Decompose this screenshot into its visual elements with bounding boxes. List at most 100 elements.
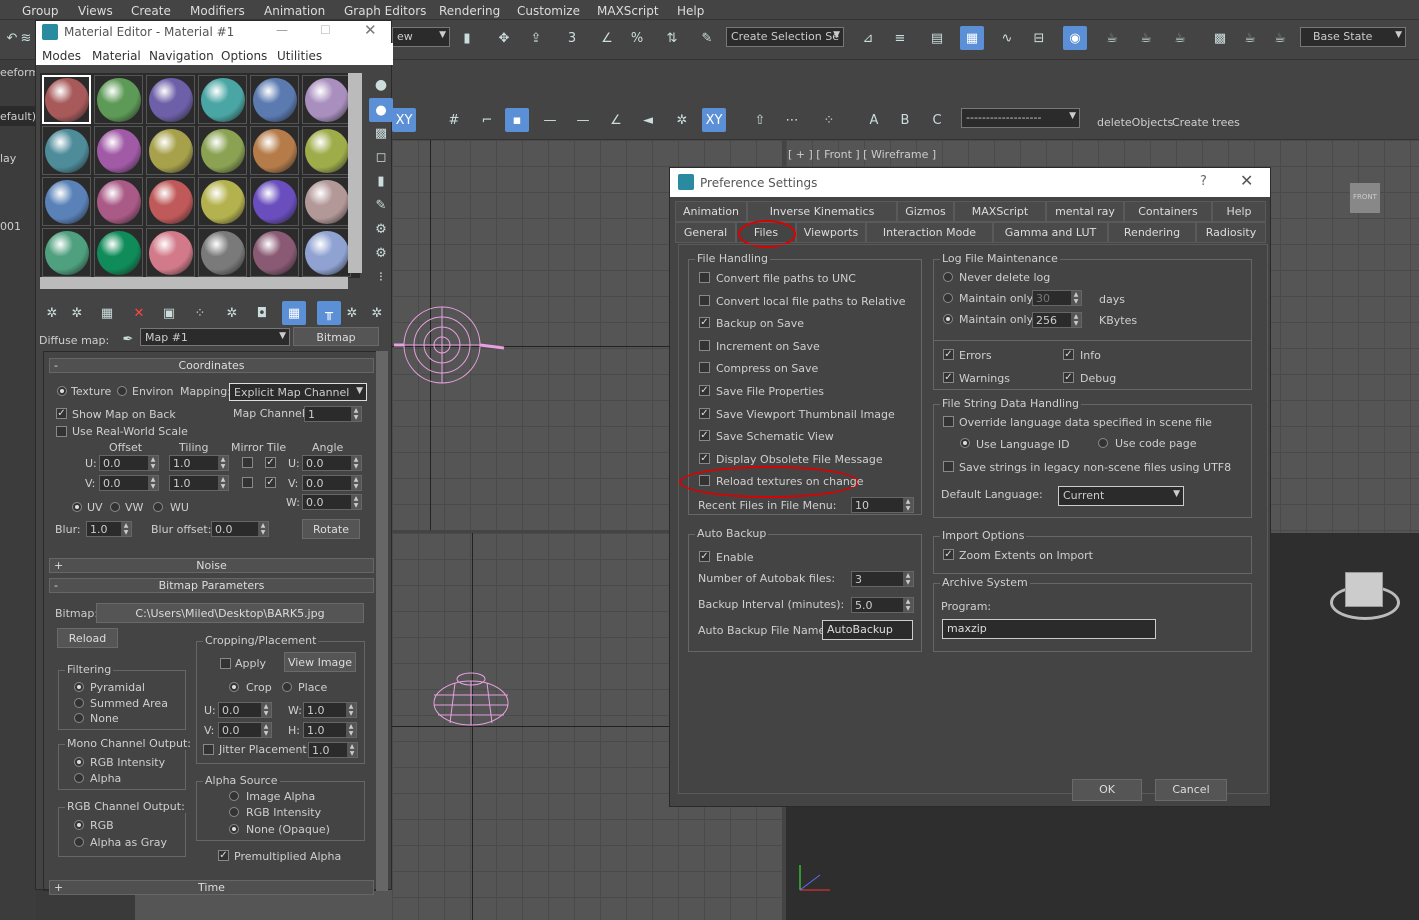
menu-animation[interactable]: Animation [264, 4, 325, 18]
show-end-icon[interactable]: ╥ [317, 301, 341, 325]
render-frame-icon[interactable]: ☕ [1134, 26, 1158, 50]
menu-create[interactable]: Create [131, 4, 171, 18]
pyramidal-radio[interactable] [74, 682, 84, 692]
get-material-icon[interactable]: ✲ [40, 301, 64, 325]
u-mirror-checkbox[interactable] [242, 457, 253, 468]
wu-radio[interactable] [153, 502, 163, 512]
copy-icon[interactable]: ▣ [157, 301, 181, 325]
render-b-icon[interactable]: B [893, 108, 917, 132]
maintain-kb-radio[interactable] [943, 314, 953, 324]
xy-constraint-icon[interactable]: XY [392, 108, 416, 132]
noise-rollout[interactable]: + Noise [49, 558, 374, 573]
material-slot[interactable] [302, 177, 351, 226]
material-slot[interactable] [42, 177, 91, 226]
menu-material[interactable]: Material [92, 49, 141, 63]
coordinates-rollout[interactable]: - Coordinates [49, 358, 374, 373]
rotate-button[interactable]: Rotate [302, 519, 360, 539]
errors-checkbox[interactable]: ✓ [943, 349, 954, 360]
bitmap-params-rollout[interactable]: - Bitmap Parameters [49, 578, 374, 593]
environ-radio[interactable] [117, 386, 127, 396]
use-code-radio[interactable] [1098, 438, 1108, 448]
map-type-button[interactable]: Bitmap [293, 327, 379, 346]
warnings-checkbox[interactable]: ✓ [943, 372, 954, 383]
u-angle-spinner[interactable]: 0.0 ▲ ▼ [302, 455, 362, 471]
info-checkbox[interactable]: ✓ [1063, 349, 1074, 360]
maintain-days-radio[interactable] [943, 293, 953, 303]
xy-plane-icon[interactable]: XY [702, 108, 726, 132]
zoom-extents-checkbox[interactable]: ✓ [943, 549, 954, 560]
put-to-scene-icon[interactable]: ✲ [65, 301, 89, 325]
snap-angle-icon[interactable]: ∠ [604, 108, 628, 132]
file-option-checkbox[interactable] [699, 475, 710, 486]
v-tile-checkbox[interactable]: ✓ [265, 477, 276, 488]
snap-pivot-icon[interactable]: ✲ [670, 108, 694, 132]
material-slot[interactable] [250, 228, 299, 277]
bitmap-path-button[interactable]: C:\Users\Miled\Desktop\BARK5.jpg [96, 603, 364, 623]
show-shaded-icon[interactable]: ▦ [282, 301, 306, 325]
material-slot[interactable] [146, 228, 195, 277]
place-icon[interactable]: ⇪ [524, 26, 548, 50]
teapot-icon[interactable]: ☕ [1238, 26, 1262, 50]
recent-files-spinner[interactable]: 10 ▲ ▼ [851, 497, 914, 513]
crop-w-spinner[interactable]: 1.0 ▲ ▼ [303, 702, 357, 718]
v-angle-spinner[interactable]: 0.0 ▲ ▼ [302, 475, 362, 491]
alpha-radio[interactable] [74, 773, 84, 783]
mapping-combo[interactable]: Explicit Map Channel ▼ [229, 383, 367, 401]
debug-checkbox[interactable]: ✓ [1063, 372, 1074, 383]
blur-offset-spinner[interactable]: 0.0 ▲ ▼ [211, 521, 269, 537]
map-name-combo[interactable]: Map #1 ▼ [140, 328, 290, 346]
material-slot[interactable] [250, 177, 299, 226]
background-icon[interactable]: ▩ [369, 121, 393, 145]
tab-gizmos[interactable]: Gizmos [897, 201, 954, 222]
file-option-checkbox[interactable] [699, 362, 710, 373]
file-option-checkbox[interactable] [699, 272, 710, 283]
curve-editor-icon[interactable]: ∿ [995, 26, 1019, 50]
jitter-spinner[interactable]: 1.0 ▲ ▼ [308, 742, 358, 758]
v-offset-spinner[interactable]: 0.0 ▲ ▼ [99, 475, 159, 491]
rgb-int2-radio[interactable] [229, 807, 239, 817]
material-id-icon[interactable]: ◘ [250, 301, 274, 325]
put-library-icon[interactable]: ✲ [220, 301, 244, 325]
viewcube-icon[interactable]: FRONT [1350, 183, 1380, 213]
legacy-utf8-checkbox[interactable] [943, 461, 954, 472]
apply-checkbox[interactable] [220, 658, 231, 669]
menu-customize[interactable]: Customize [517, 4, 580, 18]
material-editor-icon[interactable]: ◉ [1063, 26, 1087, 50]
file-option-checkbox[interactable]: ✓ [699, 317, 710, 328]
measure-icon[interactable]: ⋯ [780, 108, 804, 132]
menu-rendering[interactable]: Rendering [439, 4, 500, 18]
go-sibling-icon[interactable]: ✲ [365, 301, 389, 325]
percent-snap-icon[interactable]: % [625, 26, 649, 50]
tab-maxscript[interactable]: MAXScript [954, 201, 1046, 222]
view-image-button[interactable]: View Image [284, 652, 356, 672]
teapot2-icon[interactable]: ☕ [1268, 26, 1292, 50]
tab-general[interactable]: General [675, 222, 736, 243]
enable-backup-checkbox[interactable]: ✓ [699, 551, 710, 562]
render-a-icon[interactable]: A [862, 108, 886, 132]
never-delete-radio[interactable] [943, 272, 953, 282]
viewport-label[interactable]: [ + ] [ Front ] [ Wireframe ] [788, 148, 936, 161]
menu-help[interactable]: Help [677, 4, 704, 18]
view-combo[interactable]: ew ▼ [392, 27, 450, 47]
material-slot[interactable] [146, 126, 195, 175]
file-option-checkbox[interactable] [699, 340, 710, 351]
named-combo[interactable]: ------------------- ▼ [961, 108, 1080, 128]
dots-icon[interactable]: ⁘ [817, 108, 841, 132]
material-navigator-icon[interactable]: ⁝ [369, 265, 393, 289]
backup-name-input[interactable]: AutoBackup [822, 620, 913, 640]
go-parent-icon[interactable]: ✲ [340, 301, 364, 325]
file-option-checkbox[interactable]: ✓ [699, 453, 710, 464]
file-option-checkbox[interactable]: ✓ [699, 408, 710, 419]
state-combo[interactable]: Base State ▼ [1300, 27, 1406, 47]
backlight-icon[interactable]: ● [369, 98, 393, 122]
delete-objects-button[interactable]: deleteObjects [1097, 116, 1173, 129]
rgb-intensity-radio[interactable] [74, 757, 84, 767]
help-icon[interactable]: ? [1200, 174, 1207, 189]
close-icon[interactable]: ✕ [1240, 171, 1253, 190]
days-spinner[interactable]: 30 ▲ ▼ [1032, 290, 1082, 306]
snap-icon[interactable]: ⌐ [475, 108, 499, 132]
grid-snap-icon[interactable]: # [442, 108, 466, 132]
crop-radio[interactable] [229, 682, 239, 692]
w-angle-spinner[interactable]: 0.0 ▲ ▼ [302, 494, 362, 510]
edit-named-icon[interactable]: ✎ [695, 26, 719, 50]
